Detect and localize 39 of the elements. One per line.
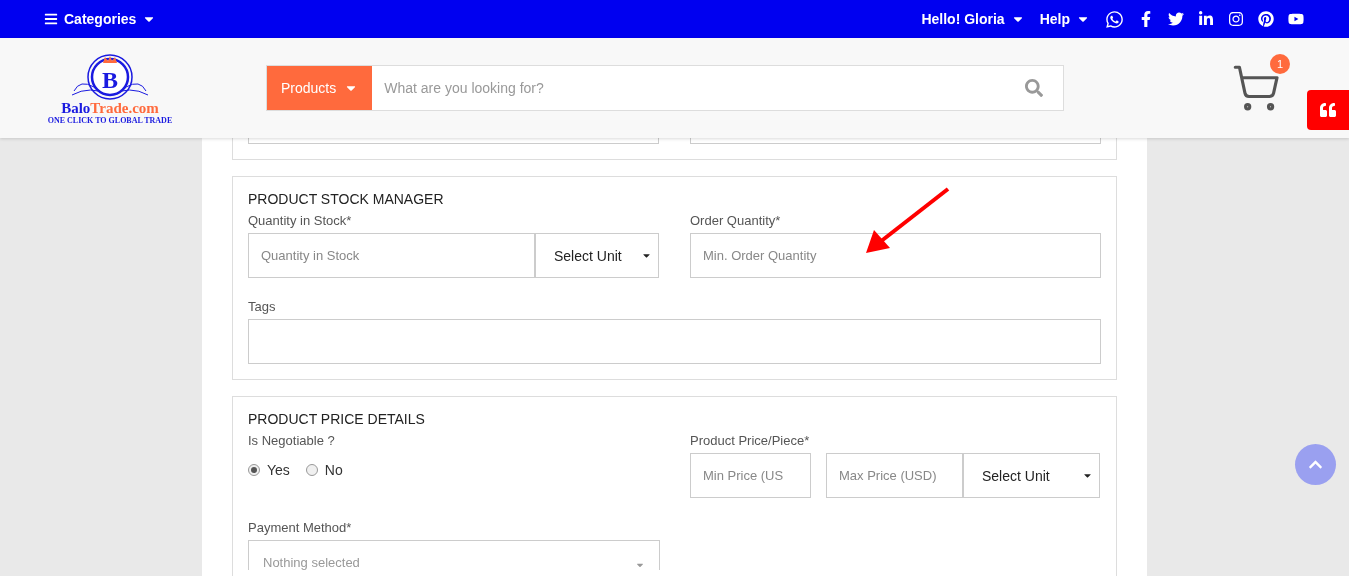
field-label: Order Quantity* [690,213,782,228]
field-label: Quantity in Stock* [248,213,353,228]
help-menu[interactable]: Help [1039,11,1090,27]
instagram-icon[interactable] [1228,11,1244,27]
cart-count-badge: 1 [1270,54,1290,74]
min-price-field[interactable]: Min Price (US [690,453,811,498]
logo-initial: B [102,67,118,93]
youtube-icon[interactable] [1288,11,1304,27]
pinterest-icon[interactable] [1258,11,1274,27]
radio-label: No [324,462,343,478]
linkedin-icon[interactable] [1198,11,1214,27]
radio-option[interactable]: Yes [248,462,290,478]
twitter-icon[interactable] [1168,11,1184,27]
field-label: Tags [248,299,277,314]
tags-field[interactable] [248,319,1101,364]
categories-menu[interactable]: Categories [44,11,157,27]
logo-name: BaloTrade.com [61,101,159,116]
user-menu[interactable]: Hello! Gloria [921,11,1025,27]
field-label: Is Negotiable ? [248,433,336,448]
whatsapp-icon[interactable] [1105,9,1124,29]
input-field[interactable] [690,138,1101,144]
input-field[interactable] [248,138,659,144]
quantity-field[interactable]: Quantity in Stock [248,233,535,278]
radio-button[interactable] [305,464,318,476]
quote-tab[interactable] [1307,90,1349,130]
section-title: PRODUCT PRICE DETAILS [248,411,426,427]
unit-select[interactable]: Select Unit [535,233,659,278]
order-quantity-field[interactable]: Min. Order Quantity [690,233,1101,278]
field-label: Payment Method* [248,520,353,535]
quote-icon [1320,102,1336,118]
radio-button[interactable] [248,464,260,476]
field-label: Product Price/Piece* [690,433,811,448]
logo-tagline: ONE CLICK TO GLOBAL TRADE [47,116,173,125]
radio-label: Yes [267,462,290,478]
section-title: PRODUCT STOCK MANAGER [248,191,445,207]
unit-select[interactable]: Select Unit [963,453,1100,498]
menu-icon [44,12,58,26]
radio-option[interactable]: No [305,462,343,478]
max-price-field[interactable]: Max Price (USD) [826,453,963,498]
